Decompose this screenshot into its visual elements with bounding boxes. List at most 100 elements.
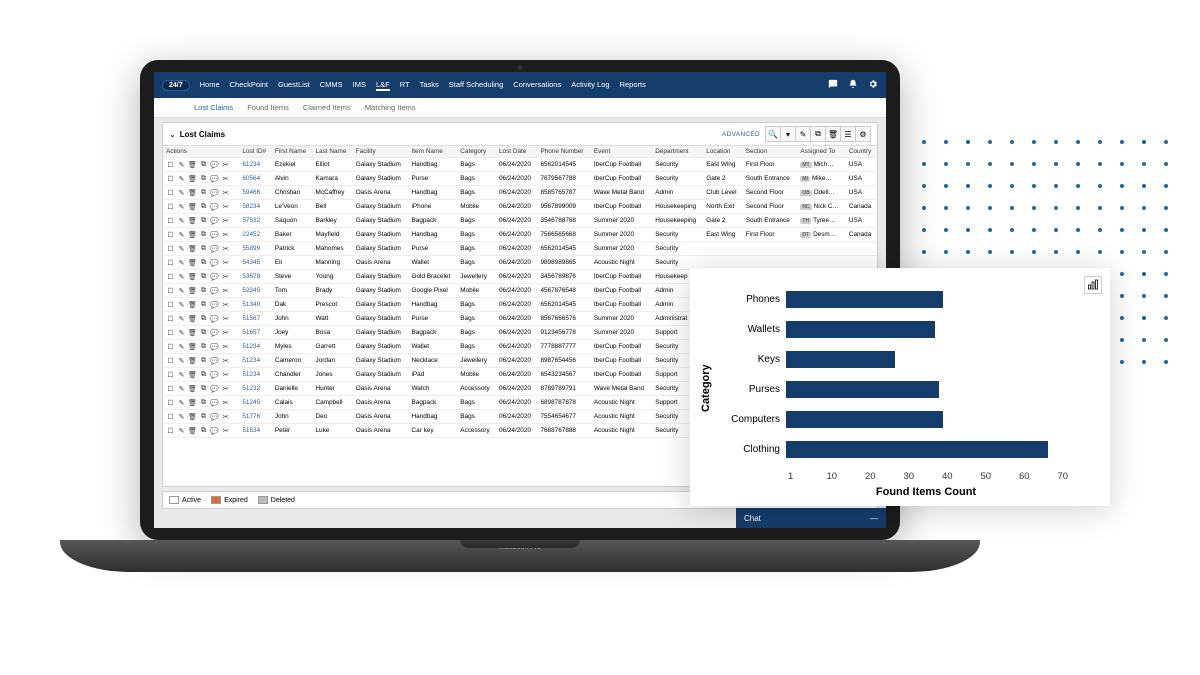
edit-icon[interactable]: ✎ <box>177 384 186 393</box>
edit-icon[interactable]: ✎ <box>177 244 186 253</box>
lost-id-link[interactable]: 51567 <box>242 315 260 322</box>
nav-l-f[interactable]: L&F <box>376 80 390 91</box>
comment-icon[interactable]: 💬 <box>210 160 219 169</box>
checkbox[interactable]: ☐ <box>166 216 175 225</box>
col-actions[interactable]: Actions <box>163 146 239 158</box>
edit-icon[interactable]: ✎ <box>177 258 186 267</box>
checkbox[interactable]: ☐ <box>166 384 175 393</box>
copy-icon[interactable]: ⧉ <box>199 398 208 407</box>
checkbox[interactable]: ☐ <box>166 328 175 337</box>
checkbox[interactable]: ☐ <box>166 272 175 281</box>
link-icon[interactable]: ✂ <box>221 174 230 183</box>
advanced-link[interactable]: ADVANCED <box>722 131 760 138</box>
lost-id-link[interactable]: 22452 <box>242 231 260 238</box>
lost-id-link[interactable]: 61234 <box>242 161 260 168</box>
copy-icon[interactable]: ⧉ <box>199 230 208 239</box>
lost-id-link[interactable]: 51234 <box>242 371 260 378</box>
copy-icon[interactable]: ⧉ <box>199 370 208 379</box>
trash-button[interactable]: 🗑 <box>825 126 841 142</box>
lost-id-link[interactable]: 51245 <box>242 399 260 406</box>
edit-icon[interactable]: ✎ <box>177 342 186 351</box>
checkbox[interactable]: ☐ <box>166 202 175 211</box>
link-icon[interactable]: ✂ <box>221 216 230 225</box>
comment-icon[interactable]: 💬 <box>210 356 219 365</box>
checkbox[interactable]: ☐ <box>166 230 175 239</box>
col-phone-number[interactable]: Phone Number <box>537 146 590 158</box>
nav-ims[interactable]: IMS <box>353 80 366 91</box>
copy-icon[interactable]: ⧉ <box>199 174 208 183</box>
tab-matching-items[interactable]: Matching Items <box>365 103 416 112</box>
checkbox[interactable]: ☐ <box>166 258 175 267</box>
checkbox[interactable]: ☐ <box>166 412 175 421</box>
brand-logo[interactable]: 24/7 <box>162 80 190 91</box>
lost-id-link[interactable]: 58234 <box>242 203 260 210</box>
nav-activity-log[interactable]: Activity Log <box>571 80 609 91</box>
trash-icon[interactable]: 🗑 <box>188 328 197 337</box>
trash-icon[interactable]: 🗑 <box>188 412 197 421</box>
checkbox[interactable]: ☐ <box>166 398 175 407</box>
col-item-name[interactable]: Item Name <box>409 146 458 158</box>
checkbox[interactable]: ☐ <box>166 188 175 197</box>
copy-icon[interactable]: ⧉ <box>199 328 208 337</box>
nav-staff-scheduling[interactable]: Staff Scheduling <box>449 80 504 91</box>
link-icon[interactable]: ✂ <box>221 328 230 337</box>
checkbox[interactable]: ☐ <box>166 244 175 253</box>
link-icon[interactable]: ✂ <box>221 384 230 393</box>
edit-icon[interactable]: ✎ <box>177 300 186 309</box>
lost-id-link[interactable]: 51234 <box>242 357 260 364</box>
lost-id-link[interactable]: 60564 <box>242 175 260 182</box>
nav-rt[interactable]: RT <box>400 80 410 91</box>
lost-id-link[interactable]: 51340 <box>242 301 260 308</box>
link-icon[interactable]: ✂ <box>221 230 230 239</box>
trash-icon[interactable]: 🗑 <box>188 384 197 393</box>
checkbox[interactable]: ☐ <box>166 356 175 365</box>
comment-icon[interactable]: 💬 <box>210 398 219 407</box>
lost-id-link[interactable]: 51534 <box>242 427 260 434</box>
col-facility[interactable]: Facility <box>353 146 409 158</box>
trash-icon[interactable]: 🗑 <box>188 174 197 183</box>
lost-id-link[interactable]: 51234 <box>242 343 260 350</box>
nav-tasks[interactable]: Tasks <box>420 80 439 91</box>
copy-button[interactable]: ⧉ <box>810 126 826 142</box>
col-event[interactable]: Event <box>591 146 652 158</box>
comment-icon[interactable]: 💬 <box>210 342 219 351</box>
copy-icon[interactable]: ⧉ <box>199 188 208 197</box>
link-icon[interactable]: ✂ <box>221 356 230 365</box>
comment-icon[interactable]: 💬 <box>210 188 219 197</box>
comment-icon[interactable]: 💬 <box>210 258 219 267</box>
link-icon[interactable]: ✂ <box>221 398 230 407</box>
trash-icon[interactable]: 🗑 <box>188 230 197 239</box>
trash-icon[interactable]: 🗑 <box>188 342 197 351</box>
edit-icon[interactable]: ✎ <box>177 202 186 211</box>
trash-icon[interactable]: 🗑 <box>188 188 197 197</box>
copy-icon[interactable]: ⧉ <box>199 300 208 309</box>
edit-icon[interactable]: ✎ <box>177 272 186 281</box>
checkbox[interactable]: ☐ <box>166 300 175 309</box>
trash-icon[interactable]: 🗑 <box>188 160 197 169</box>
col-department[interactable]: Department <box>652 146 703 158</box>
bell-icon[interactable] <box>848 79 858 91</box>
copy-icon[interactable]: ⧉ <box>199 426 208 435</box>
col-section[interactable]: Section <box>743 146 798 158</box>
lost-id-link[interactable]: 51232 <box>242 385 260 392</box>
edit-icon[interactable]: ✎ <box>177 412 186 421</box>
checkbox[interactable]: ☐ <box>166 174 175 183</box>
trash-icon[interactable]: 🗑 <box>188 314 197 323</box>
chat-icon[interactable] <box>828 79 838 91</box>
col-lost-id-[interactable]: Lost ID# <box>239 146 272 158</box>
edit-icon[interactable]: ✎ <box>177 398 186 407</box>
lost-id-link[interactable]: 53678 <box>242 273 260 280</box>
col-location[interactable]: Location <box>703 146 742 158</box>
link-icon[interactable]: ✂ <box>221 258 230 267</box>
link-icon[interactable]: ✂ <box>221 188 230 197</box>
lost-id-link[interactable]: 57532 <box>242 217 260 224</box>
copy-icon[interactable]: ⧉ <box>199 258 208 267</box>
trash-icon[interactable]: 🗑 <box>188 258 197 267</box>
copy-icon[interactable]: ⧉ <box>199 216 208 225</box>
nav-guestlist[interactable]: GuestList <box>278 80 310 91</box>
gear-icon[interactable] <box>868 79 878 91</box>
comment-icon[interactable]: 💬 <box>210 202 219 211</box>
nav-home[interactable]: Home <box>200 80 220 91</box>
comment-icon[interactable]: 💬 <box>210 328 219 337</box>
comment-icon[interactable]: 💬 <box>210 216 219 225</box>
